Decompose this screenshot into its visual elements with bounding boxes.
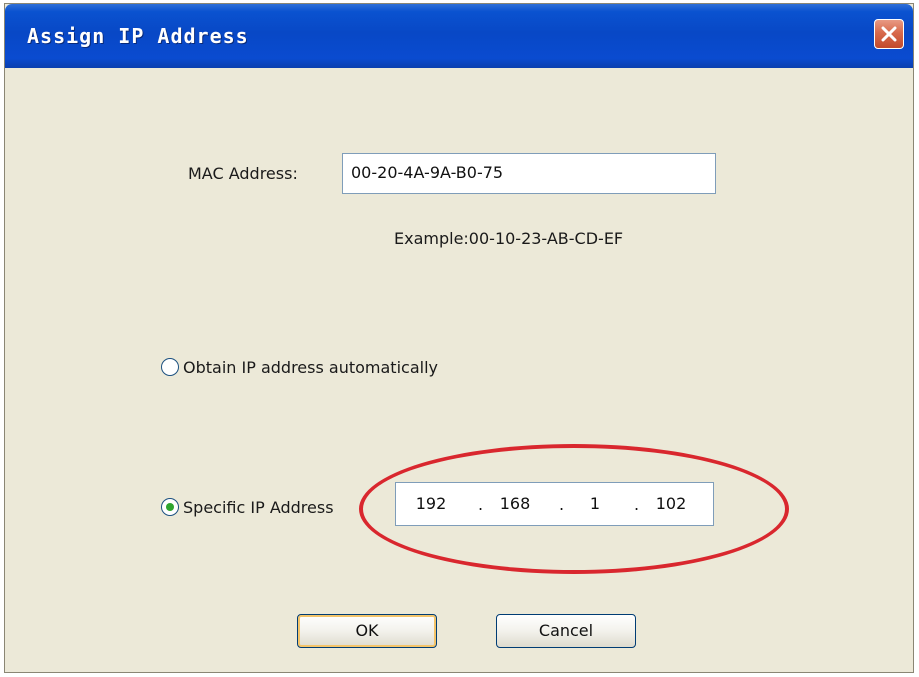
mac-address-label: MAC Address:: [188, 164, 298, 183]
ip-octet-1[interactable]: 192: [406, 494, 456, 513]
ip-separator: .: [634, 495, 640, 514]
specific-ip-radio[interactable]: [161, 498, 179, 516]
ip-octet-4[interactable]: 102: [646, 494, 696, 513]
close-icon: [881, 26, 897, 42]
ip-octet-3[interactable]: 1: [570, 494, 620, 513]
cancel-button[interactable]: Cancel: [496, 614, 636, 648]
ip-separator: .: [478, 495, 484, 514]
auto-ip-radio[interactable]: [161, 358, 179, 376]
title-bar[interactable]: Assign IP Address: [5, 4, 913, 68]
auto-ip-label[interactable]: Obtain IP address automatically: [183, 358, 438, 377]
window-title: Assign IP Address: [27, 24, 249, 48]
close-button[interactable]: [874, 19, 904, 49]
mac-address-value: 00-20-4A-9A-B0-75: [351, 163, 504, 182]
mac-example-text: Example:00-10-23-AB-CD-EF: [394, 229, 624, 248]
mac-address-input[interactable]: 00-20-4A-9A-B0-75: [342, 153, 716, 194]
ok-button[interactable]: OK: [297, 614, 437, 648]
ip-octet-2[interactable]: 168: [490, 494, 540, 513]
assign-ip-dialog: Assign IP Address MAC Address: 00-20-4A-…: [4, 3, 914, 673]
radio-selected-dot: [166, 503, 174, 511]
specific-ip-label[interactable]: Specific IP Address: [183, 498, 334, 517]
ip-address-input[interactable]: 192 . 168 . 1 . 102: [395, 482, 714, 526]
ip-separator: .: [559, 495, 565, 514]
